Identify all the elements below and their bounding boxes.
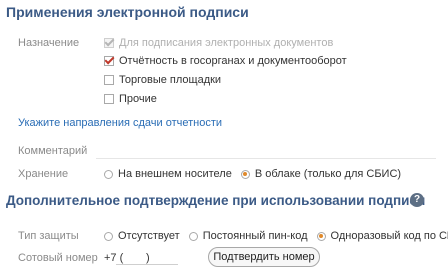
phone-label: Сотовый номер: [18, 252, 98, 264]
radio-sms[interactable]: [316, 231, 326, 241]
option-reporting-label[interactable]: Отчётность в госорганах и документооборо…: [119, 55, 347, 67]
checkbox-reporting[interactable]: [104, 56, 114, 66]
checkbox-other[interactable]: [104, 94, 114, 104]
option-sign-documents: Для подписания электронных документов: [104, 37, 333, 49]
protection-option-sms[interactable]: Одноразовый код по СМС: [316, 230, 448, 242]
radio-pin[interactable]: [188, 231, 198, 241]
phone-input[interactable]: ): [116, 247, 178, 265]
help-icon[interactable]: ?: [410, 193, 424, 207]
option-trading-platforms[interactable]: Торговые площадки: [104, 74, 221, 86]
protection-option-none[interactable]: Отсутствует: [104, 230, 180, 242]
option-sign-documents-label: Для подписания электронных документов: [119, 37, 334, 49]
protection-option-none-label[interactable]: Отсутствует: [118, 230, 180, 242]
storage-option-cloud-label[interactable]: В облаке (только для СБИС): [255, 168, 401, 180]
option-other-label[interactable]: Прочие: [119, 93, 157, 105]
radio-external[interactable]: [104, 169, 113, 179]
storage-label: Хранение: [18, 168, 69, 180]
option-other[interactable]: Прочие: [104, 93, 157, 105]
phone-mask: ): [146, 252, 150, 264]
radio-cloud[interactable]: [240, 169, 250, 179]
protection-radio-group: Отсутствует Постоянный пин-код Одноразов…: [104, 230, 448, 242]
checkbox-sign-documents: [104, 38, 114, 48]
comment-label: Комментарий: [18, 145, 88, 157]
radio-none[interactable]: [104, 231, 113, 241]
purpose-label: Назначение: [18, 37, 80, 49]
storage-radio-group: На внешнем носителе В облаке (только для…: [104, 168, 410, 180]
section-title-signature-usage: Применения электронной подписи: [6, 4, 249, 20]
option-reporting[interactable]: Отчётность в госорганах и документооборо…: [104, 55, 347, 67]
checkbox-trading-platforms[interactable]: [104, 75, 114, 85]
storage-option-cloud[interactable]: В облаке (только для СБИС): [240, 168, 401, 180]
confirm-number-button[interactable]: Подтвердить номер: [208, 247, 320, 267]
comment-input[interactable]: [96, 158, 436, 159]
storage-option-external-label[interactable]: На внешнем носителе: [118, 168, 232, 180]
protection-option-pin[interactable]: Постоянный пин-код: [188, 230, 308, 242]
protection-option-sms-label[interactable]: Одноразовый код по СМС: [331, 230, 448, 242]
protection-label: Тип защиты: [18, 230, 79, 242]
option-trading-platforms-label[interactable]: Торговые площадки: [119, 74, 221, 86]
directions-link[interactable]: Укажите направления сдачи отчетности: [18, 117, 222, 129]
storage-option-external[interactable]: На внешнем носителе: [104, 168, 232, 180]
protection-option-pin-label[interactable]: Постоянный пин-код: [203, 230, 308, 242]
section-title-extra-confirmation: Дополнительное подтверждение при использ…: [6, 193, 426, 208]
